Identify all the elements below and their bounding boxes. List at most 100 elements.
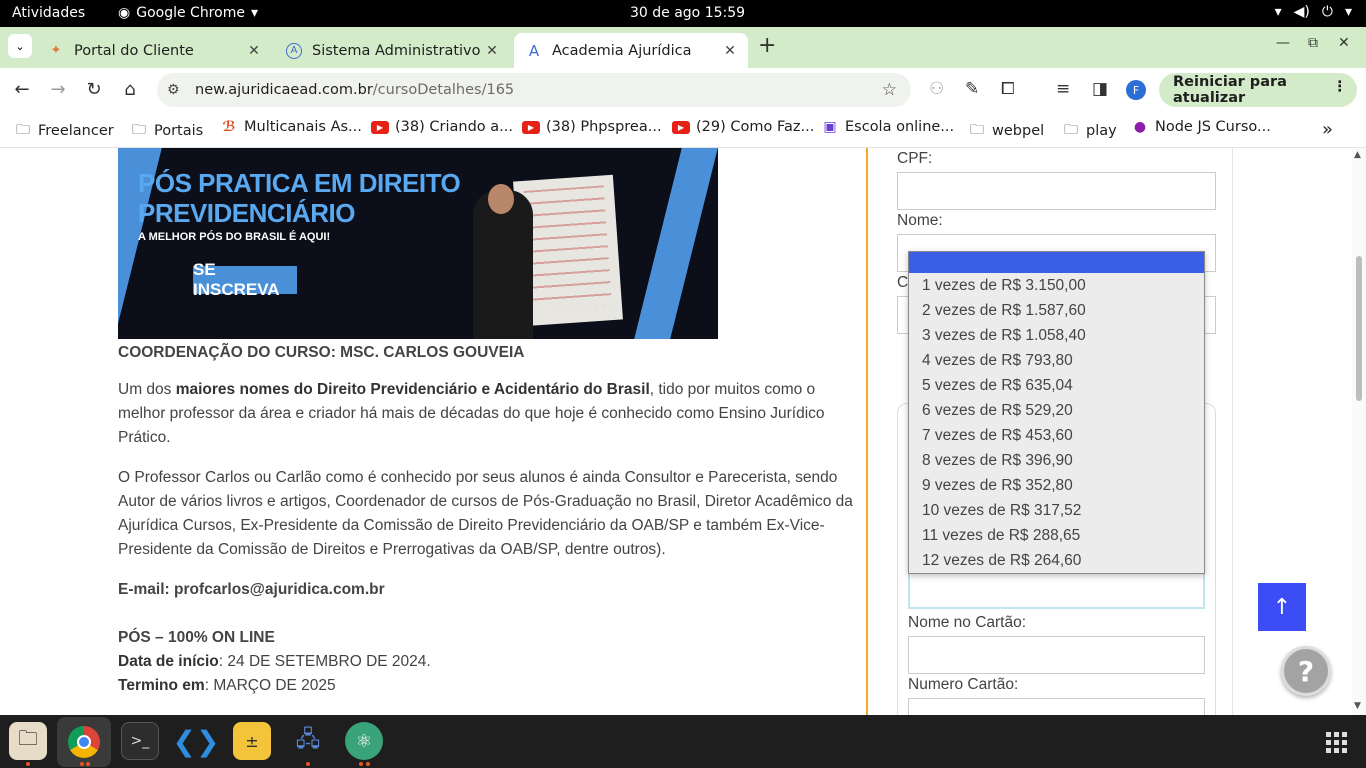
calculator-icon[interactable]: ±: [233, 722, 271, 760]
chrome-dock-item[interactable]: [57, 717, 111, 767]
new-tab-button[interactable]: +: [758, 33, 776, 58]
close-icon[interactable]: ✕: [484, 43, 500, 59]
dropdown-option[interactable]: 12 vezes de R$ 264,60: [909, 548, 1204, 573]
start-value: : 24 DE SETEMBRO DE 2024.: [218, 653, 431, 670]
bookmark-youtube-2[interactable]: ▶ (38) Phpsprea...: [522, 119, 662, 135]
installments-select[interactable]: [908, 571, 1205, 609]
card-number-field[interactable]: [908, 698, 1205, 715]
dropdown-option[interactable]: 8 vezes de R$ 396,90: [909, 448, 1204, 473]
activities-button[interactable]: Atividades: [12, 5, 85, 21]
cpf-field[interactable]: [897, 172, 1216, 210]
bookmark-multicanais[interactable]: ℬ Multicanais As...: [220, 119, 362, 135]
installments-dropdown[interactable]: 1 vezes de R$ 3.150,00 2 vezes de R$ 1.5…: [908, 251, 1205, 574]
scroll-up-arrow-icon[interactable]: ▲: [1354, 150, 1361, 160]
bookmark-play[interactable]: 🗀 play: [1062, 119, 1117, 143]
system-tray[interactable]: ▾ ◀) ⏻ ▾: [1275, 4, 1352, 20]
app-menu[interactable]: ◉ Google Chrome ▾: [118, 5, 258, 21]
tab-search-button[interactable]: ⌄: [8, 34, 32, 58]
dropdown-option[interactable]: 2 vezes de R$ 1.587,60: [909, 298, 1204, 323]
close-icon[interactable]: ✕: [246, 43, 262, 59]
whiteboard-writing: [523, 185, 612, 311]
chevron-down-icon: ▾: [250, 5, 258, 21]
coordination-heading: COORDENAÇÃO DO CURSO: MSC. CARLOS GOUVEI…: [118, 344, 525, 361]
bio-text: Um dos: [118, 381, 176, 398]
profile-avatar[interactable]: F: [1126, 80, 1146, 100]
bookmark-star-icon[interactable]: ☆: [882, 80, 897, 100]
bio-paragraph-1: Um dos maiores nomes do Direito Previden…: [118, 378, 858, 450]
reload-icon[interactable]: ↻: [83, 79, 105, 100]
tab-portal-do-cliente[interactable]: ✦ Portal do Cliente ✕: [36, 33, 272, 68]
running-indicator: [26, 762, 30, 766]
bookmark-escola-online[interactable]: ▣ Escola online...: [821, 119, 954, 135]
eyedropper-icon[interactable]: ✎: [965, 79, 979, 99]
folder-icon: 🗀: [132, 122, 146, 138]
tab-academia-ajuridica[interactable]: Α Academia Ajurídica ✕: [514, 33, 748, 68]
bookmark-portais[interactable]: 🗀 Portais: [130, 119, 203, 143]
restart-to-update-button[interactable]: Reiniciar para atualizar ⋮: [1159, 73, 1357, 107]
running-indicator: [366, 762, 370, 766]
extension-icon[interactable]: ⚇: [929, 79, 944, 99]
home-icon[interactable]: ⌂: [119, 79, 141, 100]
show-apps-grid-icon[interactable]: [1326, 732, 1347, 753]
vscode-icon[interactable]: ❮❯: [173, 722, 220, 760]
scrollbar-thumb[interactable]: [1356, 256, 1362, 401]
bookmark-label: Escola online...: [845, 119, 955, 135]
minimize-button[interactable]: —: [1276, 35, 1290, 51]
dropdown-option[interactable]: 5 vezes de R$ 635,04: [909, 373, 1204, 398]
dropdown-option[interactable]: 3 vezes de R$ 1.058,40: [909, 323, 1204, 348]
extensions-puzzle-icon[interactable]: ⧠: [1001, 79, 1015, 99]
page-scrollbar[interactable]: ▲ ▼: [1352, 148, 1366, 715]
scroll-down-arrow-icon[interactable]: ▼: [1354, 701, 1361, 711]
atom-app-icon[interactable]: ⚛: [345, 722, 383, 760]
bookmark-youtube-3[interactable]: ▶ (29) Como Faz...: [672, 119, 814, 135]
back-icon[interactable]: ←: [11, 79, 33, 100]
grid-dot: [1334, 740, 1339, 745]
dropdown-option[interactable]: 7 vezes de R$ 453,60: [909, 423, 1204, 448]
lecturer-head: [488, 184, 514, 214]
course-banner-image[interactable]: PÓS PRATICA EM DIREITO PREVIDENCIÁRIO A …: [118, 148, 718, 339]
close-icon[interactable]: ✕: [722, 43, 738, 59]
running-indicator: [306, 762, 310, 766]
help-button[interactable]: ?: [1281, 646, 1331, 696]
media-queue-icon[interactable]: ≡: [1056, 79, 1070, 99]
dropdown-option[interactable]: 10 vezes de R$ 317,52: [909, 498, 1204, 523]
volume-icon: ◀): [1293, 4, 1310, 20]
a-favicon-icon: Α: [528, 41, 540, 60]
card-name-field[interactable]: [908, 636, 1205, 674]
tab-title: Sistema Administrativo: [312, 42, 481, 59]
restore-button[interactable]: ⧉: [1308, 35, 1318, 51]
bookmark-node-js[interactable]: ● Node JS Curso...: [1131, 119, 1271, 135]
close-window-button[interactable]: ✕: [1338, 35, 1350, 51]
a-favicon-icon: A: [286, 42, 302, 59]
dropdown-option[interactable]: 9 vezes de R$ 352,80: [909, 473, 1204, 498]
side-panel-icon[interactable]: ◨: [1092, 79, 1108, 99]
files-icon[interactable]: 🗀: [9, 722, 47, 760]
address-bar[interactable]: ⚙ new.ajuridicaead.com.br/cursoDetalhes/…: [157, 73, 911, 107]
network-tool-icon[interactable]: 🖧: [289, 722, 327, 760]
bookmark-youtube-1[interactable]: ▶ (38) Criando a...: [371, 119, 513, 135]
tab-sistema-administrativo[interactable]: A Sistema Administrativo ✕: [274, 33, 510, 68]
dropdown-option[interactable]: 11 vezes de R$ 288,65: [909, 523, 1204, 548]
bookmarks-bar: 🗀 Freelancer 🗀 Portais ℬ Multicanais As... …: [0, 112, 1366, 148]
scroll-to-top-button[interactable]: ↑: [1258, 583, 1306, 631]
site-info-icon[interactable]: ⚙: [167, 82, 187, 98]
dropdown-option-empty[interactable]: [909, 252, 1204, 273]
chrome-icon: [68, 726, 100, 758]
more-bookmarks-chevron-icon[interactable]: »: [1322, 119, 1333, 140]
grid-dot: [1334, 748, 1339, 753]
form-panel-border: [1232, 148, 1233, 715]
bookmark-freelancer[interactable]: 🗀 Freelancer: [14, 119, 114, 143]
dropdown-option[interactable]: 1 vezes de R$ 3.150,00: [909, 273, 1204, 298]
bookmark-label: (38) Phpsprea...: [546, 119, 662, 135]
bookmark-webpel[interactable]: 🗀 webpel: [968, 119, 1044, 143]
clock[interactable]: 30 de ago 15:59: [630, 5, 745, 21]
contact-email: E-mail: profcarlos@ajuridica.com.br: [118, 581, 385, 598]
dropdown-option[interactable]: 6 vezes de R$ 529,20: [909, 398, 1204, 423]
forward-icon[interactable]: →: [47, 79, 69, 100]
more-vert-icon[interactable]: ⋮: [1333, 79, 1348, 95]
bio-paragraph-2: O Professor Carlos ou Carlão como é conh…: [118, 469, 853, 558]
terminal-icon[interactable]: >_: [121, 722, 159, 760]
bookmark-label: Portais: [154, 123, 204, 139]
running-indicator: [80, 762, 84, 766]
dropdown-option[interactable]: 4 vezes de R$ 793,80: [909, 348, 1204, 373]
